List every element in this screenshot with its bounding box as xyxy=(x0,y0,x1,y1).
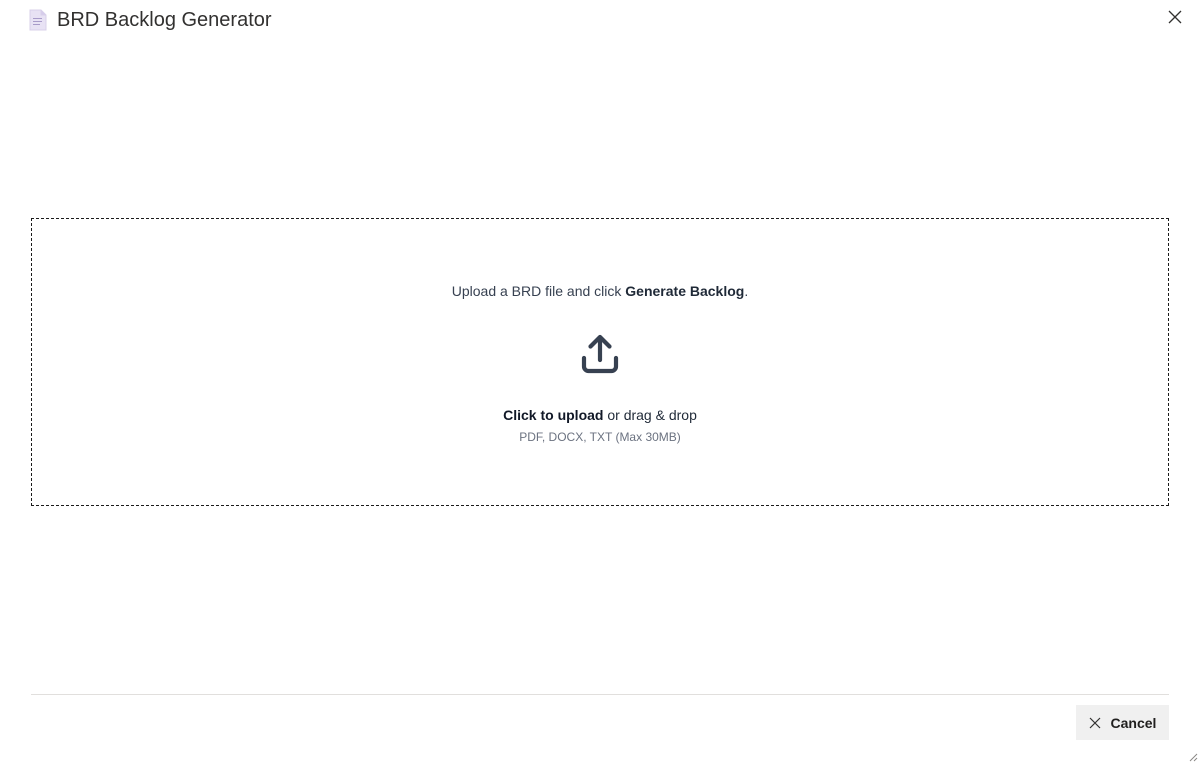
upload-cta[interactable]: Click to upload or drag & drop xyxy=(32,405,1168,425)
resize-grip-icon[interactable] xyxy=(1188,752,1198,762)
click-to-upload-link[interactable]: Click to upload xyxy=(503,407,603,423)
close-icon xyxy=(1168,10,1182,24)
close-button[interactable] xyxy=(1164,6,1186,28)
document-icon xyxy=(29,9,47,31)
file-type-hint: PDF, DOCX, TXT (Max 30MB) xyxy=(519,430,681,444)
file-dropzone[interactable]: Upload a BRD file and click Generate Bac… xyxy=(31,218,1169,506)
cancel-button[interactable]: Cancel xyxy=(1076,705,1169,740)
dialog-title: BRD Backlog Generator xyxy=(57,9,272,31)
close-icon xyxy=(1089,717,1100,728)
instruction-action: Generate Backlog xyxy=(625,283,745,299)
footer-divider xyxy=(31,694,1169,695)
instruction-suffix: . xyxy=(744,283,749,299)
title-bar: BRD Backlog Generator xyxy=(0,0,1200,40)
upload-instruction: Upload a BRD file and click Generate Bac… xyxy=(32,281,1168,301)
upload-icon xyxy=(581,334,619,374)
dialog: BRD Backlog Generator Upload a BRD file … xyxy=(0,0,1200,764)
cancel-label: Cancel xyxy=(1110,714,1157,731)
instruction-prefix: Upload a BRD file and click xyxy=(451,283,626,299)
drag-drop-text: or drag & drop xyxy=(603,407,697,423)
